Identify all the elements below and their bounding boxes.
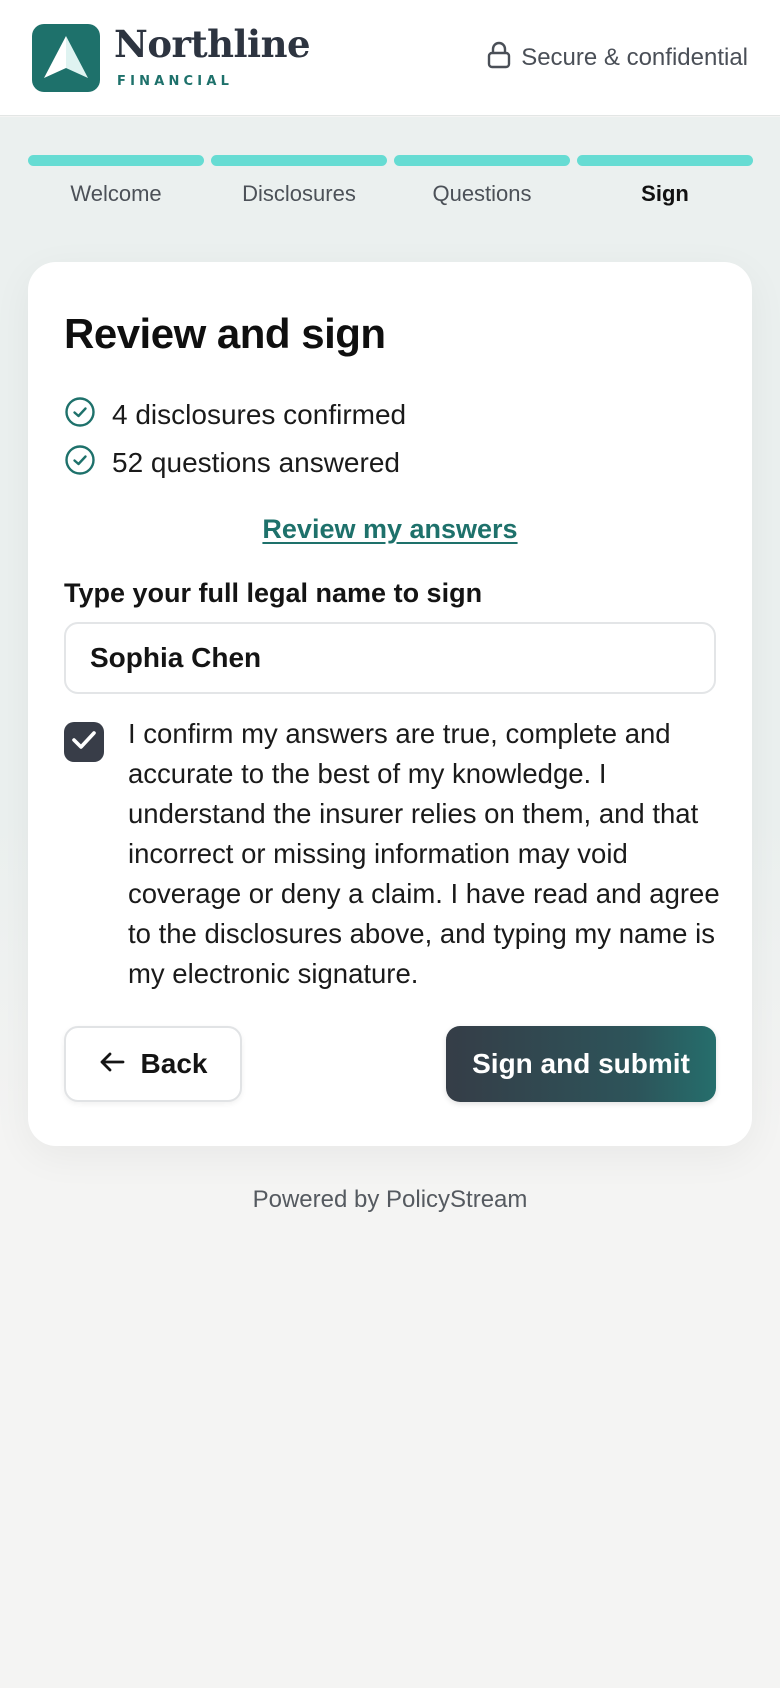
confirm-statement: I confirm my answers are true, complete … — [128, 718, 720, 989]
arrow-left-icon — [99, 1048, 125, 1080]
check-circle-icon — [64, 396, 96, 435]
step-questions: Questions — [394, 155, 570, 206]
summary-disclosures: 4 disclosures confirmed — [64, 396, 407, 435]
step-label: Welcome — [70, 181, 162, 206]
card-title: Review and sign — [64, 310, 386, 357]
check-circle-icon — [64, 444, 96, 483]
northline-logo-icon — [32, 24, 100, 92]
review-answers-link[interactable]: Review my answers — [28, 514, 752, 545]
back-label: Back — [140, 1048, 208, 1079]
confirm-checkbox[interactable] — [64, 722, 104, 762]
checkmark-icon — [71, 729, 97, 756]
summary-text: 52 questions answered — [112, 447, 400, 478]
secure-label: Secure & confidential — [521, 44, 748, 71]
back-button[interactable]: Back — [64, 1026, 242, 1102]
step-label: Disclosures — [242, 181, 356, 206]
sign-submit-button[interactable]: Sign and submit — [446, 1026, 716, 1102]
step-bar — [28, 155, 204, 166]
step-disclosures: Disclosures — [211, 155, 387, 206]
step-label: Questions — [432, 181, 532, 206]
step-bar — [211, 155, 387, 166]
secure-indicator: Secure & confidential — [487, 41, 748, 72]
step-bar — [577, 155, 753, 166]
name-field-label: Type your full legal name to sign — [64, 578, 483, 608]
step-bar — [394, 155, 570, 166]
step-welcome: Welcome — [28, 155, 204, 206]
brand-name: Northline — [114, 22, 311, 66]
powered-by-footer: Powered by PolicyStream — [252, 1186, 528, 1213]
step-sign: Sign — [577, 155, 753, 206]
legal-name-input[interactable] — [64, 622, 716, 694]
brand-subtitle: FINANCIAL — [117, 74, 234, 89]
summary-questions: 52 questions answered — [64, 444, 400, 483]
summary-text: 4 disclosures confirmed — [112, 399, 407, 430]
app-header: Northline FINANCIAL Secure & confidentia… — [0, 0, 780, 116]
lock-icon — [487, 41, 511, 76]
step-label-active: Sign — [641, 181, 689, 206]
review-sign-card: Review and sign 4 disclosures confirmed … — [28, 262, 752, 1146]
